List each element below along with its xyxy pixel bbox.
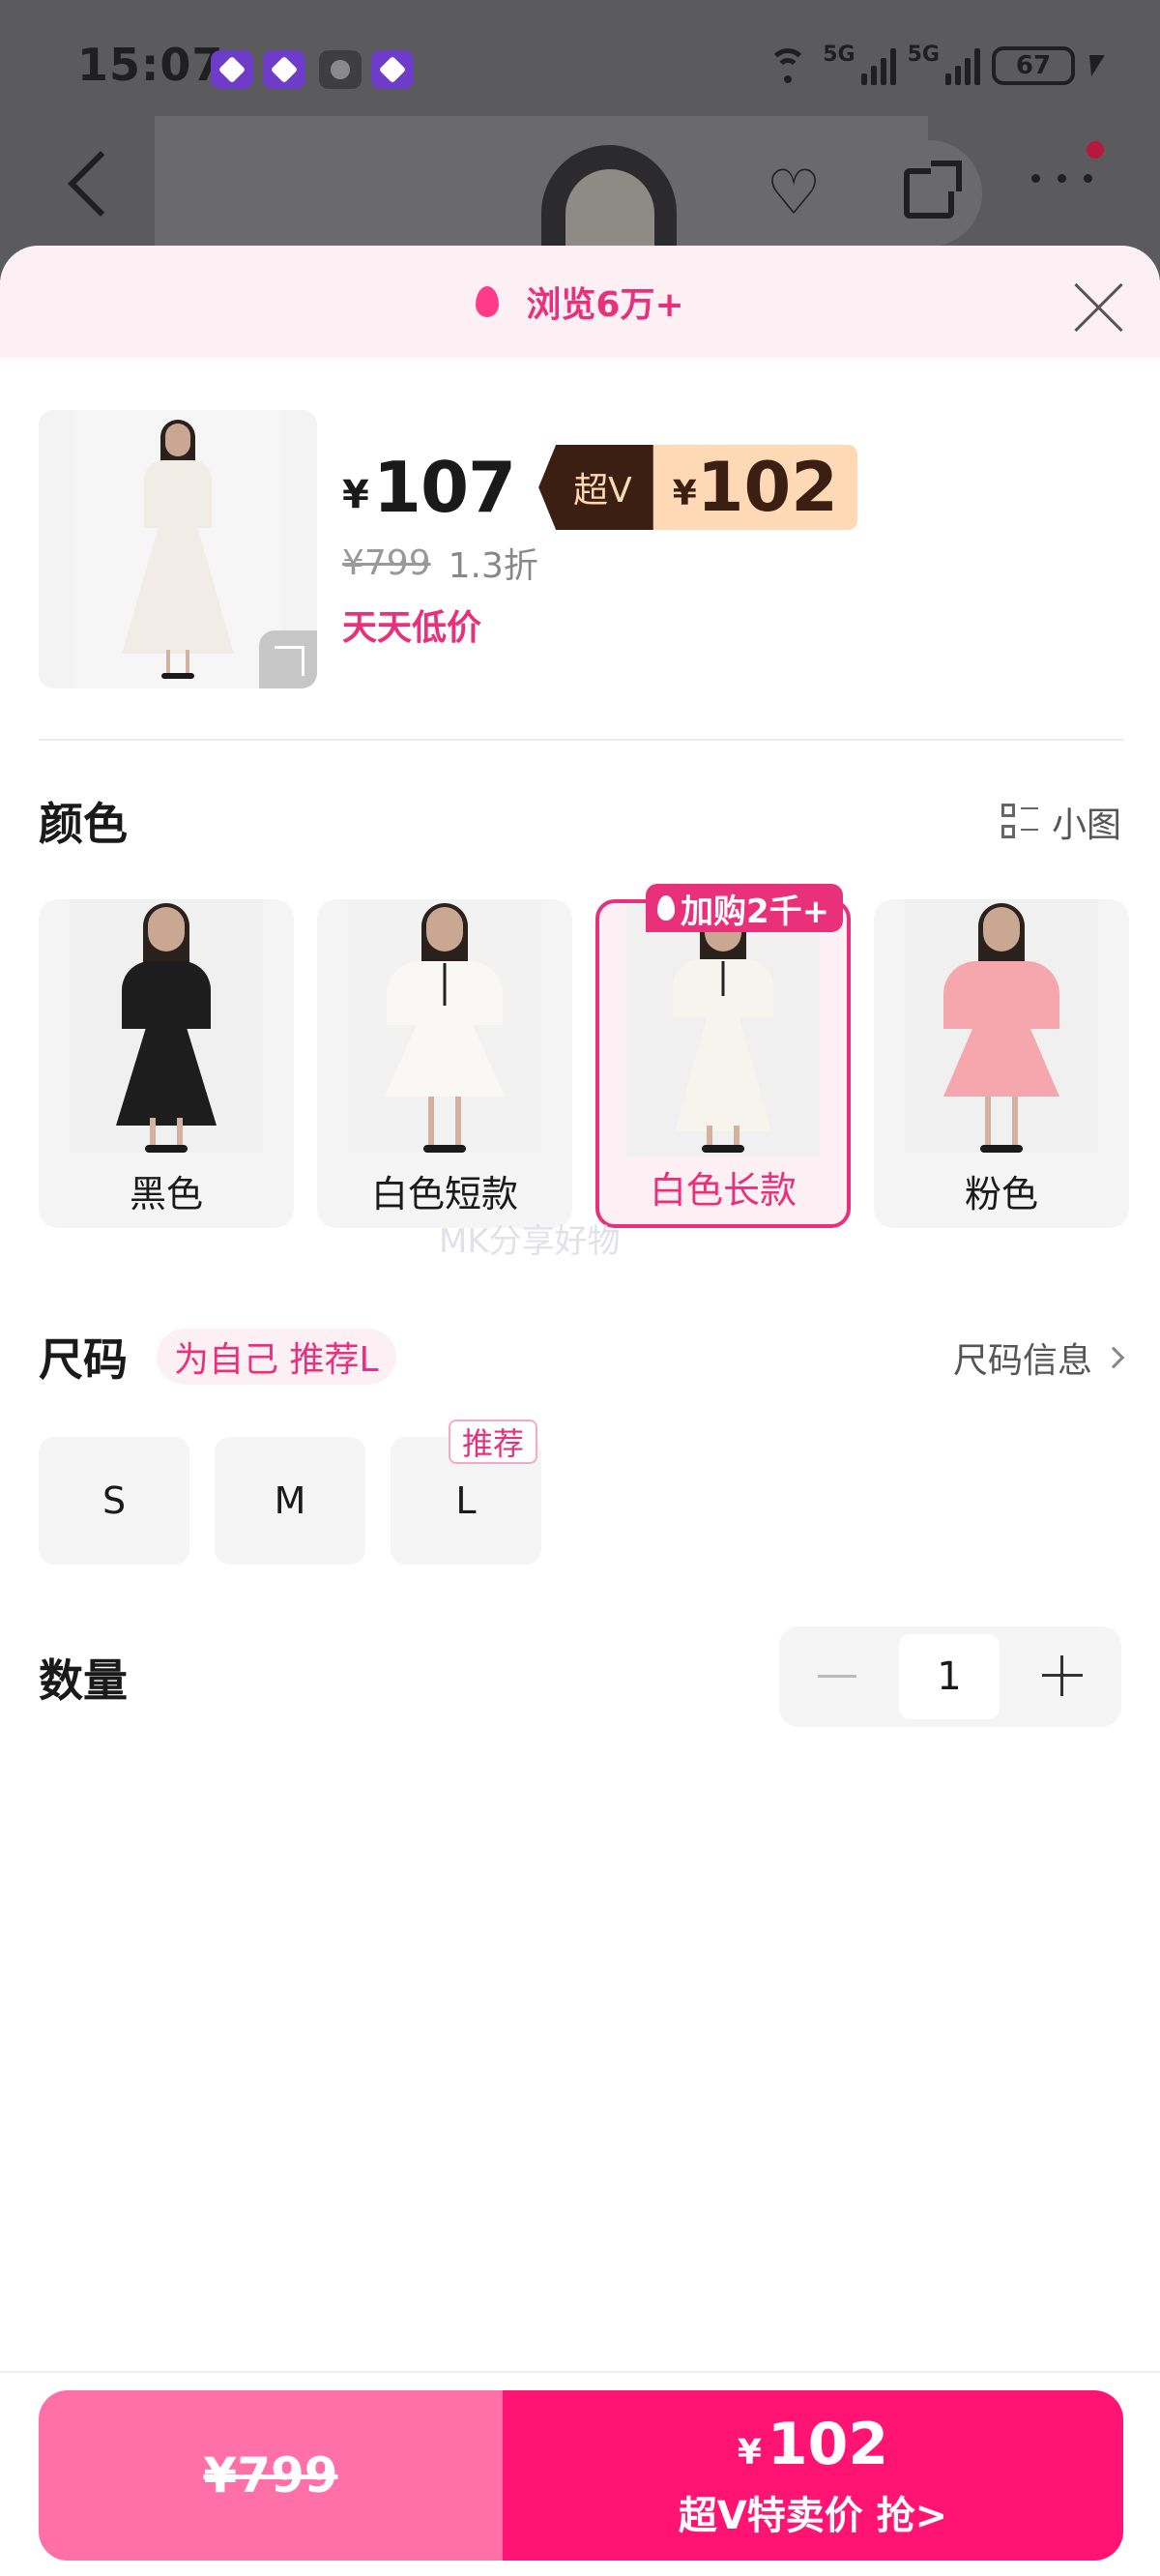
more-icon[interactable] [1031, 174, 1092, 183]
buy-price: ¥ 102 [737, 2411, 889, 2478]
view-toggle-label: 小图 [1051, 805, 1121, 845]
decrement-button[interactable] [818, 1675, 856, 1678]
app-notification-icon [263, 50, 305, 89]
buy-label: 超V特卖价 抢> [678, 2494, 948, 2538]
color-option-label: 粉色 [874, 1153, 1129, 1228]
quantity-value[interactable]: 1 [899, 1634, 1000, 1719]
sku-selection-sheet: 浏览6万+ ¥ 107 超V ¥ 102 ¥799 1.3折 天天低价 颜色 小… [0, 246, 1160, 2576]
status-time: 15:07 [77, 39, 224, 91]
color-option-pink[interactable]: 粉色 [874, 899, 1129, 1228]
signal-icon [860, 46, 896, 85]
quantity-stepper: 1 [779, 1626, 1121, 1727]
close-icon[interactable] [1071, 280, 1125, 335]
price-row: ¥ 107 超V ¥ 102 [342, 445, 857, 530]
color-option-white-short[interactable]: 白色短款 [317, 899, 572, 1228]
color-section-title: 颜色 [39, 798, 128, 850]
size-option-m[interactable]: M [215, 1437, 365, 1565]
flame-icon [657, 895, 675, 921]
signal-icon [945, 46, 980, 85]
view-toggle-button[interactable]: 小图 [1000, 797, 1121, 847]
watermark: MK分享好物 [439, 1222, 621, 1261]
size-section-title: 尺码 [39, 1333, 128, 1386]
buy-bar: ¥799 ¥ 102 超V特卖价 抢> [39, 2390, 1123, 2561]
status-bar: 15:07 5G 5G 67 [0, 0, 1160, 135]
size-option-s[interactable]: S [39, 1437, 189, 1565]
color-option-black[interactable]: 黑色 [39, 899, 294, 1228]
view-count: 浏览6万+ [526, 285, 684, 325]
share-button[interactable] [876, 140, 982, 247]
vip-price-tag: 超V ¥ 102 [538, 445, 857, 530]
size-info-link[interactable]: 尺码信息 [952, 1332, 1125, 1383]
notification-dot [1087, 141, 1104, 159]
list-grid-icon [1000, 804, 1038, 840]
favorite-button[interactable]: ♡ [740, 140, 847, 247]
current-price: 107 [372, 447, 516, 528]
expand-icon[interactable] [259, 630, 317, 688]
sheet-header: 浏览6万+ [0, 246, 1160, 358]
hand-notification-icon [319, 50, 362, 89]
increment-button[interactable] [1042, 1655, 1083, 1696]
network-5g-label: 5G [907, 43, 940, 67]
promo-label: 天天低价 [342, 608, 482, 648]
color-option-label: 黑色 [39, 1153, 294, 1228]
wifi-icon [765, 46, 811, 85]
color-option-white-long[interactable]: 白色长款 [595, 899, 851, 1228]
back-icon[interactable] [68, 151, 133, 217]
vip-price: ¥ 102 [652, 445, 857, 530]
original-price-row: ¥799 1.3折 [342, 538, 538, 588]
charging-icon [1084, 54, 1105, 76]
original-price: ¥799 [342, 542, 431, 583]
vip-label: 超V [538, 445, 653, 530]
add-to-cart-badge: 加购2千+ [646, 884, 844, 932]
divider [39, 739, 1123, 741]
original-price-button[interactable]: ¥799 [39, 2390, 503, 2561]
recommended-tag: 推荐 [449, 1420, 538, 1464]
app-notification-icon [211, 50, 253, 89]
share-icon [904, 161, 962, 219]
buy-now-button[interactable]: ¥ 102 超V特卖价 抢> [503, 2390, 1123, 2561]
app-notification-icon [371, 50, 414, 89]
heart-plus-icon: ♡ [766, 158, 822, 229]
size-recommendation: 为自己 推荐L [157, 1329, 396, 1385]
product-topbar [0, 135, 1160, 251]
color-option-label: 白色长款 [649, 1168, 797, 1212]
product-thumbnail[interactable] [39, 410, 317, 688]
bottom-divider [0, 2371, 1160, 2373]
quantity-section-title: 数量 [39, 1654, 128, 1707]
price-currency: ¥ [342, 473, 369, 517]
discount-label: 1.3折 [448, 546, 538, 586]
flame-icon [476, 286, 500, 317]
size-info-label: 尺码信息 [952, 1341, 1092, 1381]
network-5g-label: 5G [823, 43, 856, 67]
battery-indicator: 67 [992, 45, 1075, 85]
chevron-right-icon [1102, 1346, 1125, 1369]
system-icons: 5G 5G 67 [765, 43, 1105, 88]
